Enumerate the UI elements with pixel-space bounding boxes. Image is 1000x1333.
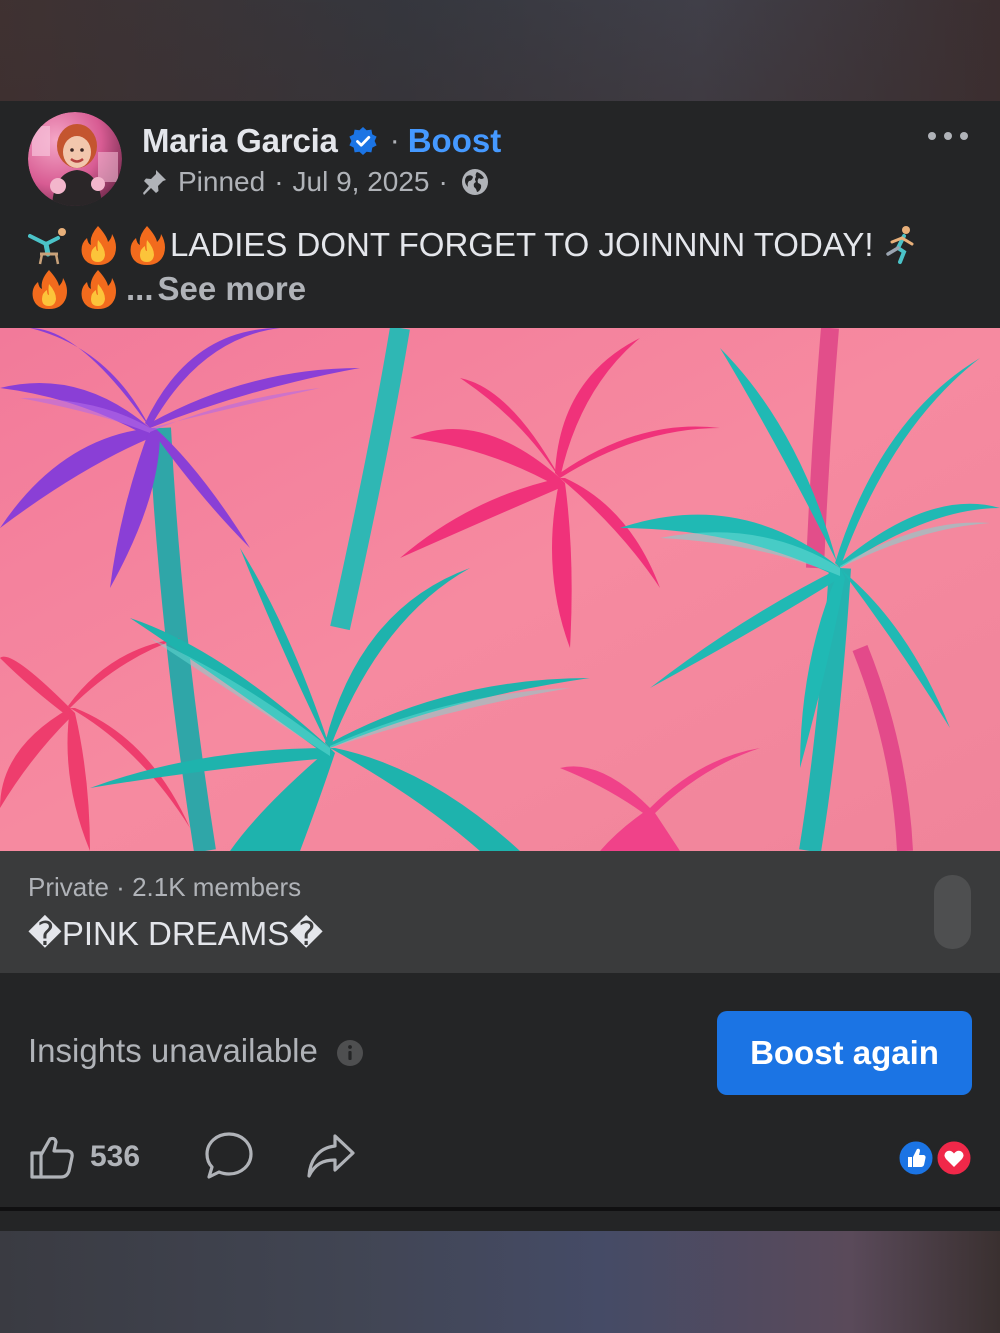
author-avatar[interactable]	[28, 112, 122, 206]
separator-dot: ·	[274, 166, 284, 197]
dot	[944, 132, 952, 140]
next-card-edge	[0, 1211, 1000, 1231]
post-image[interactable]	[0, 328, 1000, 851]
fire-emoji-icon	[77, 268, 119, 310]
dot	[928, 132, 936, 140]
group-privacy: Private	[28, 872, 109, 902]
like-button[interactable]: 536	[28, 1130, 140, 1184]
author-name[interactable]: Maria Garcia	[142, 122, 338, 160]
more-options-icon[interactable]	[928, 122, 968, 150]
author-row: Maria Garcia · Boost	[142, 121, 501, 161]
fire-emoji-icon	[126, 224, 168, 266]
info-icon[interactable]	[336, 1037, 364, 1066]
see-more-link[interactable]: See more	[158, 270, 307, 308]
post-text-line-1: LADIES DONT FORGET TO JOINNNN TODAY!	[28, 222, 929, 268]
insights-label: Insights unavailable	[28, 1032, 318, 1069]
group-member-count: 2.1K members	[132, 872, 302, 902]
comment-icon[interactable]	[203, 1130, 255, 1182]
group-meta: Private · 2.1K members	[28, 872, 301, 903]
group-name[interactable]: �PINK DREAMS�	[28, 914, 323, 953]
pin-icon	[140, 168, 168, 196]
post-meta: Pinned · Jul 9, 2025 ·	[140, 163, 489, 201]
pinned-label: Pinned	[178, 166, 266, 197]
like-count: 536	[90, 1140, 141, 1173]
boost-link[interactable]: Boost	[408, 122, 502, 160]
separator-dot: ·	[389, 124, 400, 157]
background-blur-bottom	[0, 1231, 1000, 1333]
thumbs-up-icon	[30, 1136, 74, 1179]
reaction-summary[interactable]	[896, 1138, 974, 1178]
gymnast-emoji-icon	[28, 224, 70, 266]
fire-emoji-icon	[28, 268, 70, 310]
background-blur-top	[0, 0, 1000, 101]
verified-badge-icon	[348, 126, 378, 156]
join-group-button[interactable]	[934, 875, 971, 949]
post-text: LADIES DONT FORGET TO JOINNNN TODAY!	[170, 226, 874, 263]
dot	[960, 132, 968, 140]
fire-emoji-icon	[77, 224, 119, 266]
separator-dot: ·	[116, 872, 125, 902]
separator-dot: ·	[438, 166, 448, 197]
share-icon[interactable]	[305, 1132, 357, 1182]
post-text-line-2: ... See more	[28, 266, 306, 312]
post-date[interactable]: Jul 9, 2025	[293, 166, 430, 198]
boost-again-button[interactable]: Boost again	[717, 1011, 972, 1095]
runner-emoji-icon	[880, 224, 922, 266]
group-attachment[interactable]	[0, 851, 1000, 973]
ellipsis: ...	[126, 270, 154, 307]
globe-icon	[461, 168, 489, 196]
insights-row: Insights unavailable	[28, 1032, 364, 1070]
